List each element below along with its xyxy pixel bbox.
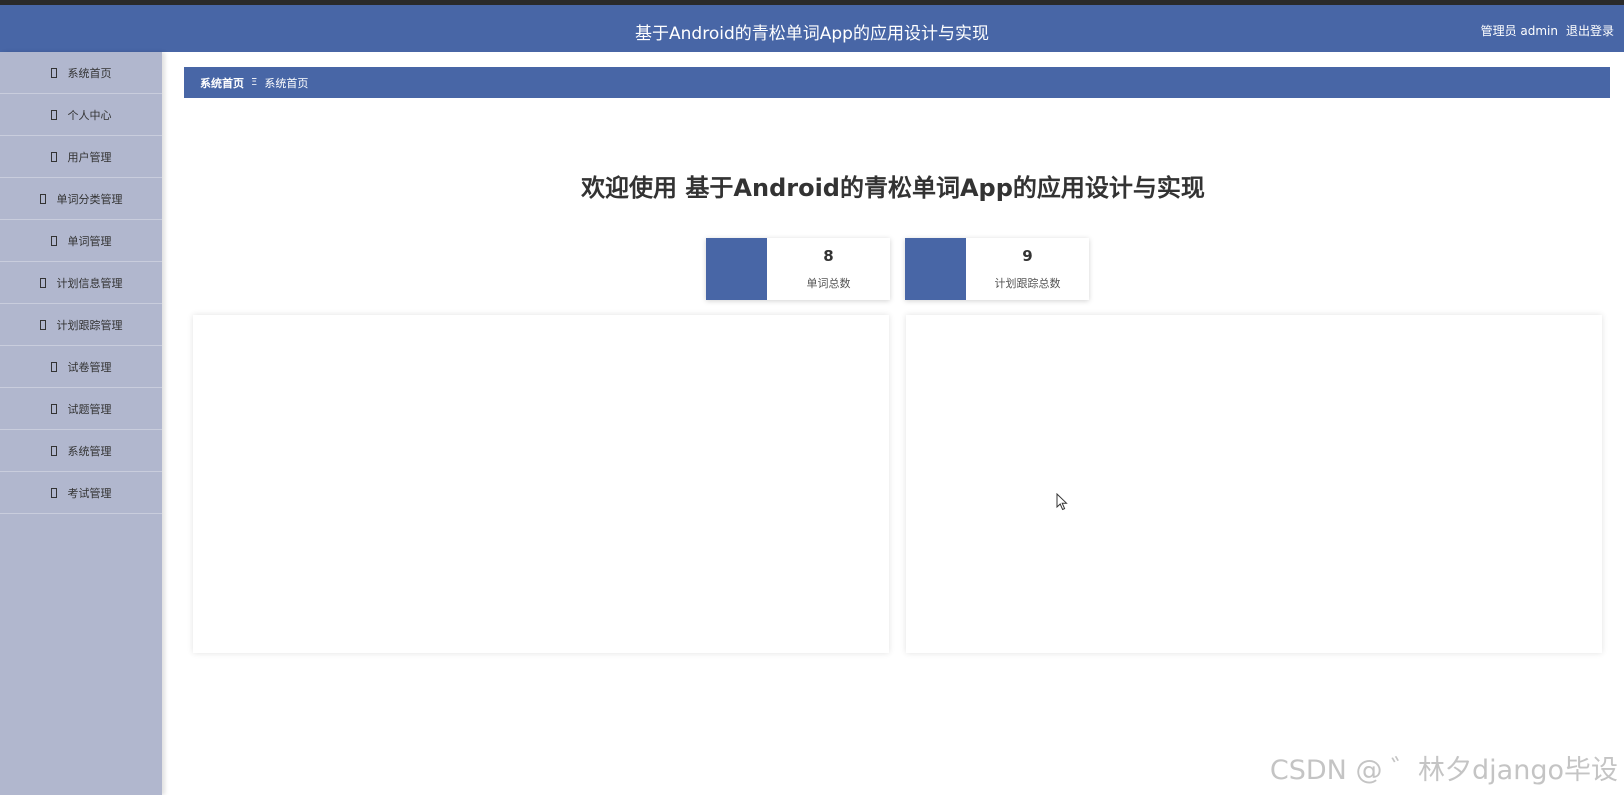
menu-item-icon bbox=[50, 67, 57, 78]
menu-item-icon bbox=[50, 445, 57, 456]
logout-button[interactable]: 退出登录 bbox=[1566, 22, 1614, 39]
menu-item-icon bbox=[50, 361, 57, 372]
sidebar-menu: 系统首页 个人中心 用户管理 单词分类管理 单词管理 计划信息管理 计划跟踪管理 bbox=[0, 52, 162, 795]
menu-item-icon bbox=[39, 193, 46, 204]
menu-item-icon bbox=[50, 151, 57, 162]
menu-item-icon bbox=[50, 487, 57, 498]
sidebar-item-label: 计划跟踪管理 bbox=[56, 318, 123, 332]
stat-card-word-total: 8 单词总数 bbox=[706, 238, 890, 300]
sidebar-item-plan-tracking[interactable]: 计划跟踪管理 bbox=[0, 304, 162, 346]
chart-panel-right bbox=[906, 315, 1602, 653]
sidebar-item-label: 单词管理 bbox=[67, 234, 112, 248]
sidebar-item-system-management[interactable]: 系统管理 bbox=[0, 430, 162, 472]
sidebar-item-word-management[interactable]: 单词管理 bbox=[0, 220, 162, 262]
sidebar-item-paper-management[interactable]: 试卷管理 bbox=[0, 346, 162, 388]
stat-icon-block bbox=[905, 238, 966, 300]
breadcrumb-home-link[interactable]: 系统首页 bbox=[200, 75, 244, 91]
sidebar-item-label: 试卷管理 bbox=[67, 360, 112, 374]
breadcrumb-separator-icon: Ξ bbox=[251, 77, 258, 88]
sidebar-item-label: 考试管理 bbox=[67, 486, 112, 500]
sidebar-item-exam-management[interactable]: 考试管理 bbox=[0, 472, 162, 514]
menu-item-icon bbox=[39, 277, 46, 288]
sidebar-item-question-management[interactable]: 试题管理 bbox=[0, 388, 162, 430]
breadcrumb: 系统首页 Ξ 系统首页 bbox=[184, 67, 1610, 98]
app-title: 基于Android的青松单词App的应用设计与实现 bbox=[635, 24, 989, 44]
sidebar-item-user-management[interactable]: 用户管理 bbox=[0, 136, 162, 178]
sidebar-item-personal-center[interactable]: 个人中心 bbox=[0, 94, 162, 136]
user-role-label: 管理员 admin bbox=[1480, 24, 1558, 38]
stat-label: 计划跟踪总数 bbox=[994, 277, 1061, 290]
menu-item-icon bbox=[39, 319, 46, 330]
sidebar-item-label: 试题管理 bbox=[67, 402, 112, 416]
stat-label: 单词总数 bbox=[806, 277, 851, 290]
sidebar-item-home[interactable]: 系统首页 bbox=[0, 52, 162, 94]
welcome-heading: 欢迎使用 基于Android的青松单词App的应用设计与实现 bbox=[581, 174, 1205, 202]
app-root: 基于Android的青松单词App的应用设计与实现 管理员 admin 退出登录… bbox=[0, 0, 1624, 795]
stat-icon-block bbox=[706, 238, 767, 300]
top-header: 基于Android的青松单词App的应用设计与实现 管理员 admin 退出登录 bbox=[0, 0, 1624, 52]
sidebar-item-label: 系统管理 bbox=[67, 444, 112, 458]
menu-item-icon bbox=[50, 109, 57, 120]
sidebar-item-plan-info[interactable]: 计划信息管理 bbox=[0, 262, 162, 304]
sidebar-item-label: 计划信息管理 bbox=[56, 276, 123, 290]
sidebar-item-word-category[interactable]: 单词分类管理 bbox=[0, 178, 162, 220]
menu-item-icon bbox=[50, 235, 57, 246]
menu-item-icon bbox=[50, 403, 57, 414]
sidebar-item-label: 单词分类管理 bbox=[56, 192, 123, 206]
user-area: 管理员 admin 退出登录 bbox=[1481, 22, 1614, 39]
chart-panel-left bbox=[193, 315, 889, 653]
mouse-cursor-icon bbox=[1056, 493, 1068, 511]
sidebar-item-label: 个人中心 bbox=[67, 108, 112, 122]
stat-card-plan-tracking-total: 9 计划跟踪总数 bbox=[905, 238, 1089, 300]
sidebar-item-label: 系统首页 bbox=[67, 66, 112, 80]
stat-value: 9 bbox=[1022, 247, 1033, 265]
sidebar-item-label: 用户管理 bbox=[67, 150, 112, 164]
breadcrumb-current: 系统首页 bbox=[264, 76, 309, 90]
watermark: CSDN @ ゛林夕django毕设 bbox=[1269, 755, 1618, 786]
stat-value: 8 bbox=[823, 247, 834, 265]
